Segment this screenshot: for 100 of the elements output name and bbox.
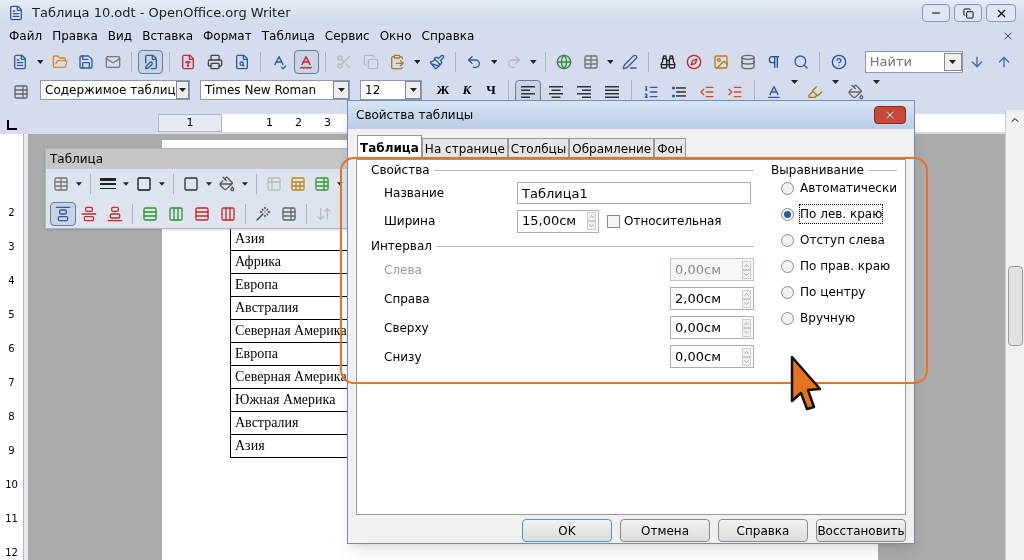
dropdown-arrow-icon[interactable] — [413, 60, 421, 64]
paragraph-style-select[interactable]: Содержимое таблиц — [40, 80, 190, 100]
draw-pencil-icon — [621, 54, 638, 70]
minimize-button[interactable] — [922, 4, 950, 22]
dialog-tab[interactable]: Обрамление — [569, 138, 655, 159]
close-icon — [884, 109, 896, 121]
ruler-number: 8 — [8, 410, 15, 424]
ruler-number: 1 — [186, 114, 194, 131]
name-field[interactable]: Таблица1 — [517, 182, 751, 204]
ruler-number: 12 — [5, 546, 18, 560]
menu-item[interactable]: Сервис — [319, 27, 375, 45]
ruler-number: 3 — [324, 114, 331, 131]
edit-mode-button[interactable] — [138, 50, 164, 74]
dialog-button[interactable]: OK — [522, 519, 612, 542]
spin-value: 2,00см — [674, 289, 722, 308]
document-icon — [8, 5, 24, 21]
close-button[interactable] — [986, 4, 1016, 22]
italic-button[interactable]: К — [456, 80, 478, 98]
dialog-tab[interactable]: Таблица — [357, 135, 422, 159]
menu-item[interactable]: Правка — [47, 27, 103, 45]
radio-button[interactable] — [781, 181, 795, 195]
section-heading: Выравнивание — [771, 162, 864, 179]
autospell-icon — [298, 54, 315, 70]
checkbox-label[interactable]: Относительная — [624, 212, 722, 230]
field-label: Справа — [384, 290, 431, 308]
relative-checkbox[interactable] — [607, 214, 620, 228]
ruler-number: 4 — [8, 274, 15, 288]
window-title: Таблица 10.odt - OpenOffice.org Writer — [32, 4, 291, 23]
dropdown-arrow-icon[interactable] — [241, 182, 248, 186]
dropdown-arrow-icon[interactable] — [337, 182, 344, 186]
ruler-number: 10 — [5, 478, 18, 492]
menu-item[interactable]: Файл — [4, 27, 48, 45]
highlighter-icon — [807, 84, 823, 100]
pdf-export-icon — [180, 54, 197, 70]
compass-icon — [686, 54, 703, 70]
dialog-title: Свойства таблицы — [356, 107, 475, 124]
menu-item[interactable]: Справка — [416, 27, 480, 45]
menu-item[interactable]: Таблица — [256, 27, 320, 45]
radio-label[interactable]: Вручную — [800, 309, 856, 327]
scrollbar-thumb[interactable] — [1007, 266, 1023, 346]
underline-button[interactable]: Ч — [480, 80, 502, 98]
toolbar-title: Таблица — [50, 151, 104, 168]
dropdown-arrow-icon[interactable] — [490, 60, 498, 64]
radio-label[interactable]: По лев. краю — [800, 205, 883, 223]
redo-icon — [505, 54, 522, 70]
dialog-close-button[interactable] — [874, 106, 906, 124]
font-size-select[interactable]: 12 — [360, 80, 422, 100]
dropdown-arrow-icon[interactable] — [159, 182, 165, 186]
dialog-button[interactable]: Справка — [718, 519, 808, 542]
dropdown-arrow-icon[interactable] — [123, 182, 129, 186]
dialog-tab[interactable]: Фон — [654, 138, 686, 159]
radio-button[interactable] — [781, 311, 795, 325]
bold-button[interactable]: Ж — [432, 80, 454, 98]
vertical-scrollbar[interactable] — [1005, 110, 1024, 560]
line-style-icon — [99, 178, 116, 190]
dropdown-arrow-icon[interactable] — [337, 88, 345, 92]
menu-item[interactable]: Окно — [374, 27, 417, 45]
menu-item[interactable]: Вставка — [137, 27, 198, 45]
field-label: Слева — [384, 261, 423, 279]
paste-icon — [389, 54, 406, 70]
styles-icon — [13, 84, 29, 100]
radio-button[interactable] — [781, 259, 795, 273]
dropdown-arrow-icon[interactable] — [409, 88, 417, 92]
radio-label[interactable]: Автоматически — [800, 179, 897, 197]
section-heading: Свойства — [371, 162, 430, 179]
dialog-button[interactable]: Восстановить — [816, 519, 906, 542]
dropdown-arrow-icon[interactable] — [76, 182, 83, 186]
dropdown-arrow-icon[interactable] — [178, 88, 186, 92]
autospell-button[interactable] — [293, 50, 319, 74]
dropdown-arrow-icon[interactable] — [873, 80, 880, 84]
close-document-icon[interactable] — [1002, 30, 1014, 42]
radio-button[interactable] — [781, 207, 795, 221]
align-right-icon — [577, 86, 591, 98]
new-document-icon — [12, 54, 29, 70]
table-grid-icon — [582, 54, 599, 70]
align-top-button[interactable] — [50, 202, 76, 226]
border-color-icon — [136, 176, 152, 192]
dropdown-arrow-icon[interactable] — [949, 60, 957, 64]
radio-label[interactable]: По прав. краю — [800, 257, 891, 275]
dropdown-arrow-icon[interactable] — [529, 60, 537, 64]
dropdown-arrow-icon[interactable] — [36, 60, 44, 64]
restore-button[interactable] — [954, 4, 982, 22]
ruler-number: 9 — [8, 444, 15, 458]
radio-button[interactable] — [781, 233, 795, 247]
dropdown-arrow-icon[interactable] — [606, 60, 614, 64]
spin-value: 0,00см — [674, 318, 722, 337]
dropdown-arrow-icon[interactable] — [205, 182, 212, 186]
radio-label[interactable]: Отступ слева — [800, 231, 885, 249]
dropdown-arrow-icon[interactable] — [791, 80, 798, 84]
align-middle-icon — [81, 206, 97, 222]
tab-stop-icon[interactable] — [7, 120, 17, 130]
radio-label[interactable]: По центру — [800, 283, 866, 301]
radio-button[interactable] — [781, 285, 795, 299]
find-input[interactable]: Найти — [865, 52, 944, 72]
find-field[interactable]: Найти — [864, 51, 963, 73]
menu-item[interactable]: Вид — [102, 27, 138, 45]
dropdown-arrow-icon[interactable] — [832, 80, 839, 84]
font-name-select[interactable]: Times New Roman — [200, 80, 350, 100]
dialog-button[interactable]: Отмена — [620, 519, 710, 542]
menu-item[interactable]: Формат — [198, 27, 257, 45]
